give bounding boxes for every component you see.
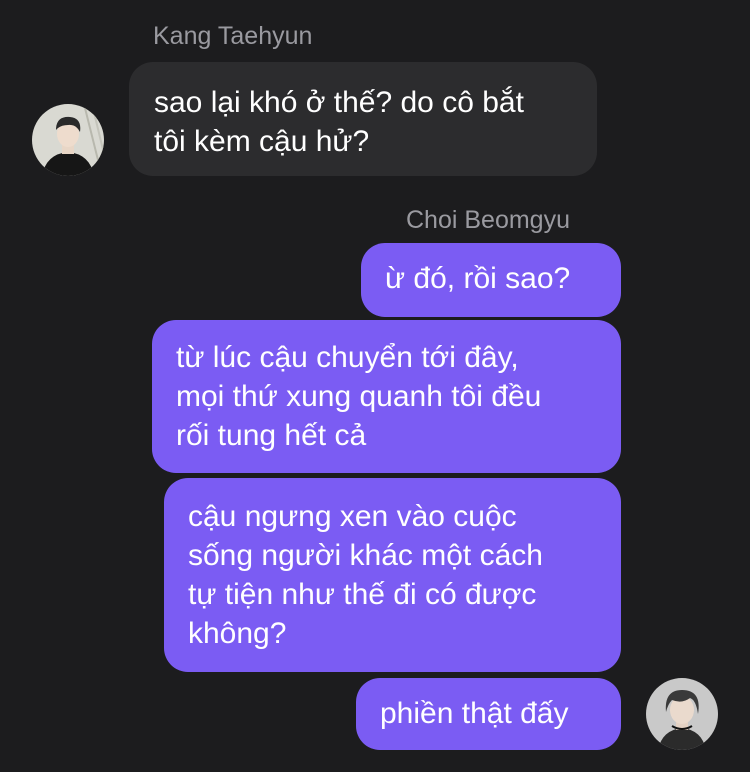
message-line: rối tung hết cả (176, 419, 367, 452)
message-line: cậu ngưng xen vào cuộc (188, 500, 517, 533)
outgoing-message-bubble[interactable]: từ lúc cậu chuyển tới đây, mọi thứ xung … (152, 320, 621, 473)
incoming-avatar[interactable] (32, 104, 104, 176)
person-avatar-icon (32, 104, 104, 176)
outgoing-message-bubble[interactable]: phiền thật đấy (356, 678, 621, 750)
message-line: phiền thật đấy (380, 697, 569, 730)
message-line: sống người khác một cách (188, 539, 543, 572)
person-avatar-icon (646, 678, 718, 750)
message-line: không? (188, 617, 287, 650)
outgoing-message-bubble[interactable]: cậu ngưng xen vào cuộc sống người khác m… (164, 478, 621, 672)
message-line: ừ đó, rồi sao? (385, 262, 571, 295)
outgoing-message-bubble[interactable]: ừ đó, rồi sao? (361, 243, 621, 317)
incoming-message-bubble[interactable]: sao lại khó ở thế? do cô bắt tôi kèm cậu… (129, 62, 597, 176)
incoming-sender-name: Kang Taehyun (153, 22, 313, 50)
outgoing-sender-name: Choi Beomgyu (406, 206, 570, 234)
message-line: tự tiện như thế đi có được (188, 578, 537, 611)
outgoing-avatar[interactable] (646, 678, 718, 750)
message-line: tôi kèm cậu hử? (154, 125, 370, 158)
message-line: mọi thứ xung quanh tôi đều (176, 380, 542, 413)
message-line: từ lúc cậu chuyển tới đây, (176, 341, 519, 374)
message-line: sao lại khó ở thế? do cô bắt (154, 86, 524, 119)
